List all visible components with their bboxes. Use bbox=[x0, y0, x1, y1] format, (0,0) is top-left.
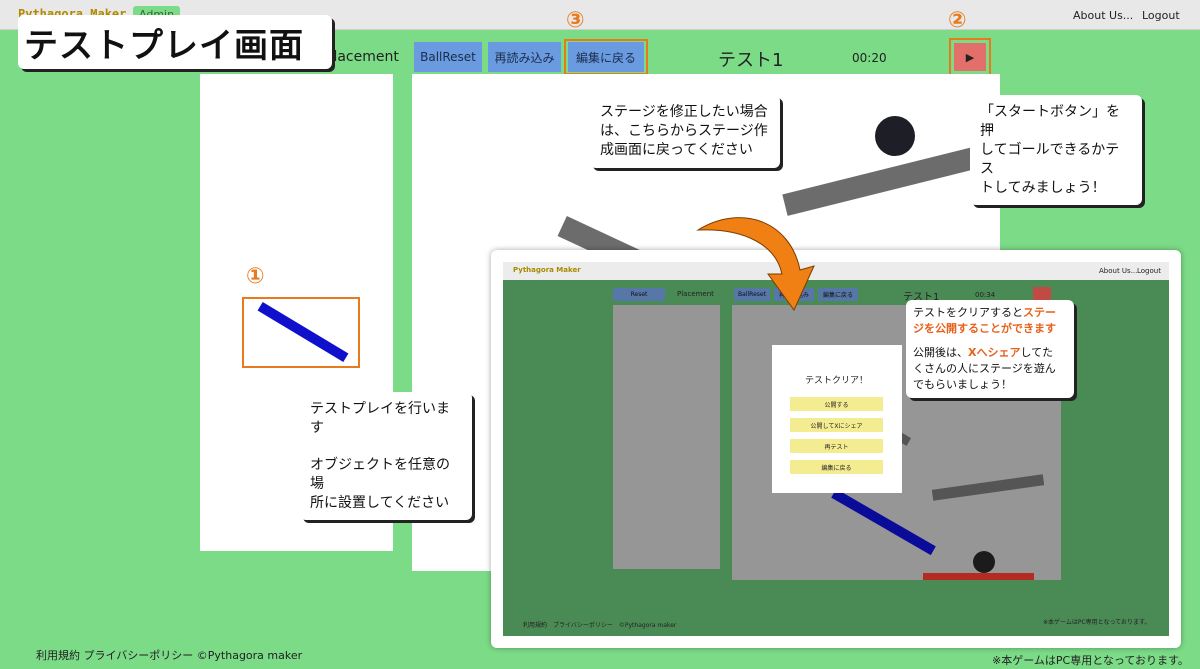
footer-left[interactable]: 利用規約 プライバシーポリシー ©Pythagora maker bbox=[36, 647, 302, 663]
ball bbox=[875, 116, 915, 156]
marker-two: ② bbox=[948, 8, 967, 33]
callout-highlight-text: Xへシェア bbox=[968, 345, 1021, 359]
callout-text: テストプレイを行います bbox=[310, 401, 450, 436]
publish-button: 公開する bbox=[790, 397, 883, 411]
callout-spacer bbox=[310, 438, 462, 456]
callout-text: トしてみましょう！ bbox=[980, 179, 1106, 196]
callout-text: くさんの人にステージを遊ん bbox=[913, 361, 1056, 375]
inset-timer: 00:34 bbox=[975, 291, 996, 299]
callout-text: 成画面に戻ってください bbox=[600, 141, 753, 158]
placement-label: Placement bbox=[325, 49, 399, 65]
marker-three: ③ bbox=[566, 8, 585, 33]
callout-text: でもらいましょう！ bbox=[913, 377, 1012, 391]
callout-line: 公開後は、Xへシェアしてた bbox=[913, 345, 1067, 361]
logout-link[interactable]: Logout bbox=[1142, 9, 1180, 22]
callout-text: 「スタートボタン」を押 bbox=[980, 104, 1120, 139]
clear-modal: テストクリア！ 公開する 公開してXにシェア 再テスト 編集に戻る bbox=[772, 345, 902, 493]
play-button-highlight bbox=[949, 38, 991, 76]
edit-button-highlight bbox=[564, 39, 648, 75]
modal-title: テストクリア！ bbox=[805, 376, 869, 386]
retest-button: 再テスト bbox=[790, 439, 883, 453]
callout-text: オブジェクトを任意の場 bbox=[310, 456, 450, 492]
callout-text: 所に設置してください bbox=[310, 494, 450, 511]
result-inset: Pythagora Maker About Us... Logout Reset… bbox=[491, 250, 1181, 648]
callout-text: ステージを修正したい場合 bbox=[600, 104, 768, 120]
page-title: テストプレイ画面 bbox=[18, 15, 332, 69]
inset-logout: Logout bbox=[1137, 267, 1161, 275]
publish-share-button: 公開してXにシェア bbox=[790, 418, 883, 432]
callout-publish: テストをクリアするとステー ジを公開することができます 公開後は、Xへシェアして… bbox=[906, 300, 1074, 398]
inset-top-bar: Pythagora Maker About Us... Logout bbox=[503, 262, 1169, 280]
callout-text: してゴールできるかテス bbox=[980, 141, 1120, 177]
callout-text: 公開後は、 bbox=[913, 345, 968, 359]
inset-left-panel bbox=[613, 305, 720, 569]
inset-ball bbox=[973, 551, 995, 573]
callout-highlight-text: ジを公開することができます bbox=[913, 321, 1056, 335]
footer-right: ※本ゲームはPC専用となっております。 bbox=[992, 654, 1189, 667]
stage-title: テスト1 bbox=[718, 50, 784, 71]
modal-edit-button: 編集に戻る bbox=[790, 460, 883, 474]
arrow-icon bbox=[696, 217, 815, 311]
inset-goal bbox=[923, 573, 1034, 580]
callout-line: テストをクリアするとステー bbox=[913, 305, 1067, 321]
callout-text: テストをクリアすると bbox=[913, 306, 1023, 319]
callout-highlight-text: ステー bbox=[1023, 306, 1056, 319]
ball-reset-button[interactable]: BallReset bbox=[414, 42, 482, 72]
inset-reset-button: Reset bbox=[613, 288, 665, 301]
gray-ramp bbox=[782, 146, 982, 216]
inset-play-button bbox=[1033, 287, 1051, 301]
inset-footer-right: ※本ゲームはPC専用となっております。 bbox=[1043, 619, 1151, 626]
callout-edit-back: ステージを修正したい場合 は、こちらからステージ作 成画面に戻ってください bbox=[590, 95, 780, 168]
inset-blue-stick bbox=[831, 488, 936, 556]
callout-test-play: テストプレイを行います オブジェクトを任意の場 所に設置してください bbox=[300, 392, 472, 521]
callout-spacer bbox=[913, 337, 1067, 345]
inset-ramp bbox=[931, 474, 1045, 501]
about-link[interactable]: About Us... bbox=[1073, 9, 1133, 22]
timer: 00:20 bbox=[852, 51, 887, 65]
callout-text: してた bbox=[1020, 345, 1054, 359]
marker-one: ① bbox=[246, 264, 265, 289]
inset-footer-left: 利用規約 プライバシーポリシー ©Pythagora maker bbox=[523, 622, 677, 629]
callout-text: は、こちらからステージ作 bbox=[600, 122, 768, 139]
reload-button[interactable]: 再読み込み bbox=[488, 42, 561, 72]
inset-logo: Pythagora Maker bbox=[513, 266, 581, 274]
callout-start-button: 「スタートボタン」を押 してゴールできるかテス トしてみましょう！ bbox=[970, 95, 1142, 206]
inset-about: About Us... bbox=[1099, 267, 1138, 275]
